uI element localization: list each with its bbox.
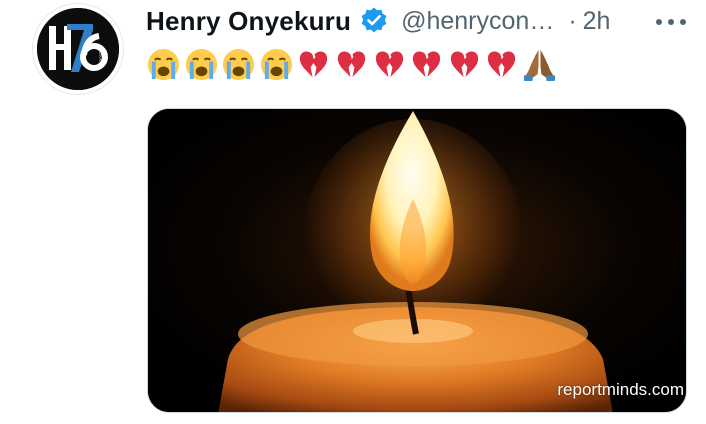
tweet-header: Henry Onyekuru @henrycon… · 2h <box>146 4 610 38</box>
svg-text:SPORTS: SPORTS <box>99 48 104 64</box>
broken-heart-icon <box>488 51 516 77</box>
broken-heart-icon <box>450 51 478 77</box>
broken-heart-icon <box>337 51 366 77</box>
broken-heart-icon <box>375 51 403 77</box>
avatar[interactable]: SPORTS <box>33 4 123 94</box>
image-watermark: reportminds.com <box>557 380 684 399</box>
h76-logo-icon: SPORTS <box>37 8 119 90</box>
tweet-timestamp[interactable]: 2h <box>583 7 611 36</box>
crying-face-icon <box>185 48 217 80</box>
broken-heart-icon <box>300 51 328 77</box>
author-name[interactable]: Henry Onyekuru <box>146 6 351 37</box>
tweet-media-image[interactable]: reportminds.com <box>147 108 687 413</box>
crying-face-icon <box>147 48 180 80</box>
folded-hands-icon <box>523 49 555 81</box>
crying-face-icon <box>260 48 292 80</box>
avatar-logo: SPORTS <box>37 8 119 90</box>
author-handle[interactable]: @henrycon… <box>401 7 554 36</box>
tweet-text <box>146 46 560 82</box>
separator-dot: · <box>568 6 577 35</box>
more-options-icon[interactable] <box>656 18 686 26</box>
candle-photo <box>148 109 686 412</box>
verified-badge-icon <box>359 6 389 36</box>
crying-face-icon <box>223 48 255 80</box>
broken-heart-icon <box>413 51 441 77</box>
